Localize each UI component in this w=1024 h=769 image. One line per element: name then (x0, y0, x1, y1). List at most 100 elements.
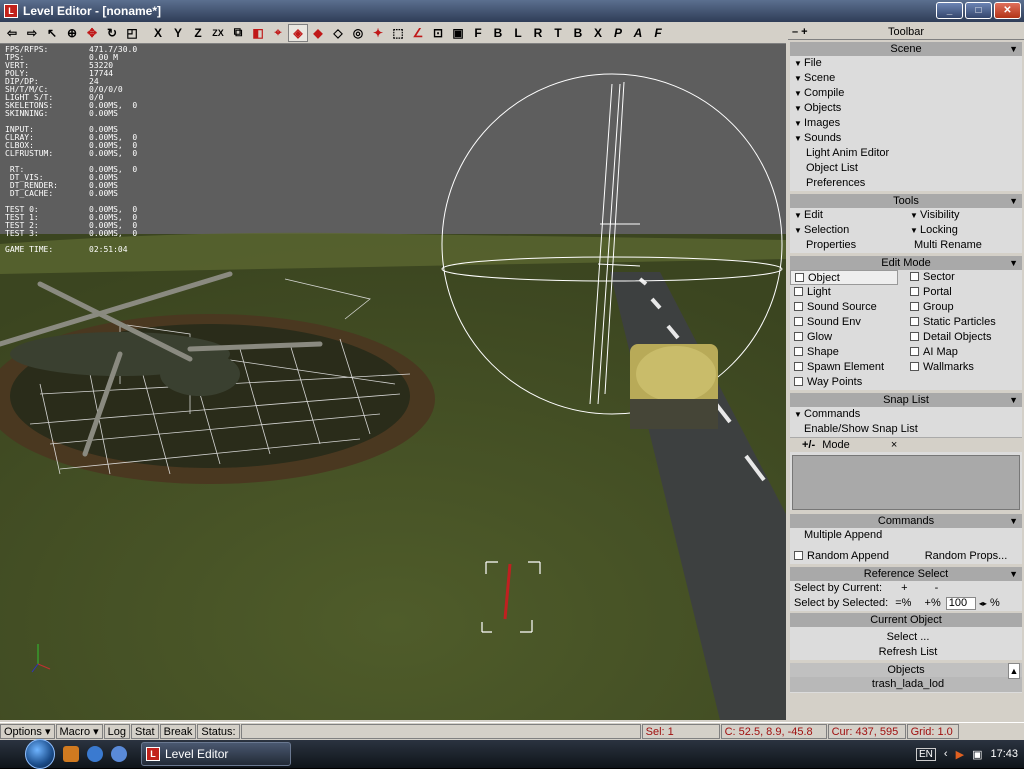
mode-wallmarks-checkbox[interactable]: Wallmarks (906, 360, 1022, 375)
mode-sector-checkbox[interactable]: Sector (906, 270, 1022, 285)
tray-arrow-icon[interactable]: ‹ (944, 748, 948, 760)
scale-icon[interactable]: ◰ (122, 24, 142, 42)
zoom-selected-icon[interactable]: ▣ (448, 24, 468, 42)
network-icon[interactable]: ▣ (972, 748, 982, 761)
zoom-extents-icon[interactable]: ⊡ (428, 24, 448, 42)
snap-mode-clear[interactable]: × (891, 439, 897, 451)
chevron-down-icon[interactable]: ▼ (1009, 42, 1018, 56)
ie-icon[interactable] (87, 746, 103, 762)
scene-images-menu[interactable]: ▼ Images (790, 116, 1022, 131)
tools-selection-menu[interactable]: ▼ Selection (790, 223, 906, 238)
mode-sound-env-checkbox[interactable]: Sound Env (790, 315, 906, 330)
frame-icon[interactable]: ◧ (248, 24, 268, 42)
spinner-icon[interactable]: ◂▸ (979, 599, 987, 608)
chevron-down-icon[interactable]: ▼ (1009, 567, 1018, 581)
camera-f-icon[interactable]: F (648, 24, 668, 42)
close-button[interactable]: ✕ (994, 2, 1021, 19)
camera-p-icon[interactable]: P (608, 24, 628, 42)
percent-input[interactable]: 100 (945, 597, 976, 610)
random-props-button[interactable]: Random Props... (906, 549, 1022, 564)
options-menu[interactable]: Options ▾ (0, 723, 55, 739)
mode-detail-objects-checkbox[interactable]: Detail Objects (906, 330, 1022, 345)
view-back-button[interactable]: B (488, 24, 508, 42)
select-plus-pct-button[interactable]: +% (925, 597, 941, 609)
reference-select-header[interactable]: Reference Select ▼ (790, 567, 1022, 581)
macro-menu[interactable]: Macro ▾ (55, 723, 103, 739)
tray-app-icon[interactable]: ▶ (956, 748, 964, 761)
object-list-item[interactable]: trash_mi24_2 (790, 692, 1022, 693)
tools-panel-header[interactable]: Tools ▼ (790, 194, 1022, 208)
properties-button[interactable]: Properties (790, 238, 906, 253)
scene-objects-menu[interactable]: ▼ Objects (790, 101, 1022, 116)
start-button[interactable] (25, 739, 55, 769)
axis-y-button[interactable]: Y (168, 24, 188, 42)
axis-x-button[interactable]: X (148, 24, 168, 42)
snap-angle-icon[interactable]: ∠ (408, 24, 428, 42)
mode-light-checkbox[interactable]: Light (790, 285, 906, 300)
snap-scale-icon[interactable]: ⬚ (388, 24, 408, 42)
mode-glow-checkbox[interactable]: Glow (790, 330, 906, 345)
snap-mode-toggle[interactable]: +/- (802, 439, 815, 451)
mirror-icon[interactable]: ⧉ (228, 24, 248, 42)
snap-rotate-icon[interactable]: ◎ (348, 24, 368, 42)
snap-vertex-icon[interactable]: ◆ (308, 24, 328, 42)
select-object-button[interactable]: Select ... (790, 630, 1022, 645)
chevron-down-icon[interactable]: ▼ (1009, 393, 1018, 407)
redo-icon[interactable]: ⇨ (22, 24, 42, 42)
view-reset-button[interactable]: X (588, 24, 608, 42)
undo-icon[interactable]: ⇦ (2, 24, 22, 42)
select-icon[interactable]: ↖ (42, 24, 62, 42)
mode-shape-checkbox[interactable]: Shape (790, 345, 906, 360)
rotate-icon[interactable]: ↻ (102, 24, 122, 42)
mode-portal-checkbox[interactable]: Portal (906, 285, 1022, 300)
maximize-button[interactable]: □ (965, 2, 992, 19)
commands-panel-header[interactable]: Commands ▼ (790, 514, 1022, 528)
light-anim-editor-link[interactable]: Light Anim Editor (790, 146, 1022, 161)
camera-a-icon[interactable]: A (628, 24, 648, 42)
axis-zx-button[interactable]: ZX (208, 24, 228, 42)
object-list-link[interactable]: Object List (790, 161, 1022, 176)
minimize-button[interactable]: _ (936, 2, 963, 19)
axis-z-button[interactable]: Z (188, 24, 208, 42)
multiple-append-button[interactable]: Multiple Append (790, 528, 1022, 543)
log-button[interactable]: Log (103, 723, 131, 739)
scene-sounds-menu[interactable]: ▼ Sounds (790, 131, 1022, 146)
select-eq-pct-button[interactable]: =% (895, 597, 911, 609)
edit-mode-panel-header[interactable]: Edit Mode ▼ (790, 256, 1022, 270)
mode-spawn-element-checkbox[interactable]: Spawn Element (790, 360, 906, 375)
snap-list-box[interactable] (792, 455, 1020, 510)
tools-visibility-menu[interactable]: ▼ Visibility (906, 208, 1022, 223)
objects-header[interactable]: Objects ▲ (790, 663, 1022, 679)
view-right-button[interactable]: R (528, 24, 548, 42)
preferences-link[interactable]: Preferences (790, 176, 1022, 191)
scene-compile-menu[interactable]: ▼ Compile (790, 86, 1022, 101)
clock[interactable]: 17:43 (990, 748, 1018, 760)
mode-static-particles-checkbox[interactable]: Static Particles (906, 315, 1022, 330)
snap-move-icon[interactable]: ✦ (368, 24, 388, 42)
snap-object-icon[interactable]: ◈ (288, 23, 308, 42)
select-current-minus-button[interactable]: - (935, 582, 939, 594)
enable-snap-list-button[interactable]: Enable/Show Snap List (790, 422, 1022, 437)
select-current-plus-button[interactable]: + (901, 582, 907, 594)
mode-ai-map-checkbox[interactable]: AI Map (906, 345, 1022, 360)
grid-snap-icon[interactable]: ⌖ (268, 24, 288, 42)
break-button[interactable]: Break (159, 723, 197, 739)
snap-list-panel-header[interactable]: Snap List ▼ (790, 393, 1022, 407)
object-list-item[interactable]: trash_lada_lod (790, 677, 1022, 692)
chevron-down-icon[interactable]: ▼ (1009, 514, 1018, 528)
view-bottom-button[interactable]: B (568, 24, 588, 42)
mode-object-checkbox[interactable]: Object (790, 270, 898, 285)
view-left-button[interactable]: L (508, 24, 528, 42)
chevron-down-icon[interactable]: ▼ (1009, 256, 1018, 270)
tools-locking-menu[interactable]: ▼ Locking (906, 223, 1022, 238)
scene-panel-header[interactable]: Scene ▼ (790, 42, 1022, 56)
snap-commands-menu[interactable]: ▼ Commands (790, 407, 1022, 422)
random-append-checkbox[interactable]: Random Append (790, 549, 906, 564)
multi-rename-button[interactable]: Multi Rename (906, 238, 1022, 253)
panel-collapse-toggle[interactable]: – + (792, 26, 808, 39)
view-top-button[interactable]: T (548, 24, 568, 42)
stat-button[interactable]: Stat (131, 723, 159, 739)
mode-group-checkbox[interactable]: Group (906, 300, 1022, 315)
mode-sound-source-checkbox[interactable]: Sound Source (790, 300, 906, 315)
show-desktop-icon[interactable] (63, 746, 79, 762)
